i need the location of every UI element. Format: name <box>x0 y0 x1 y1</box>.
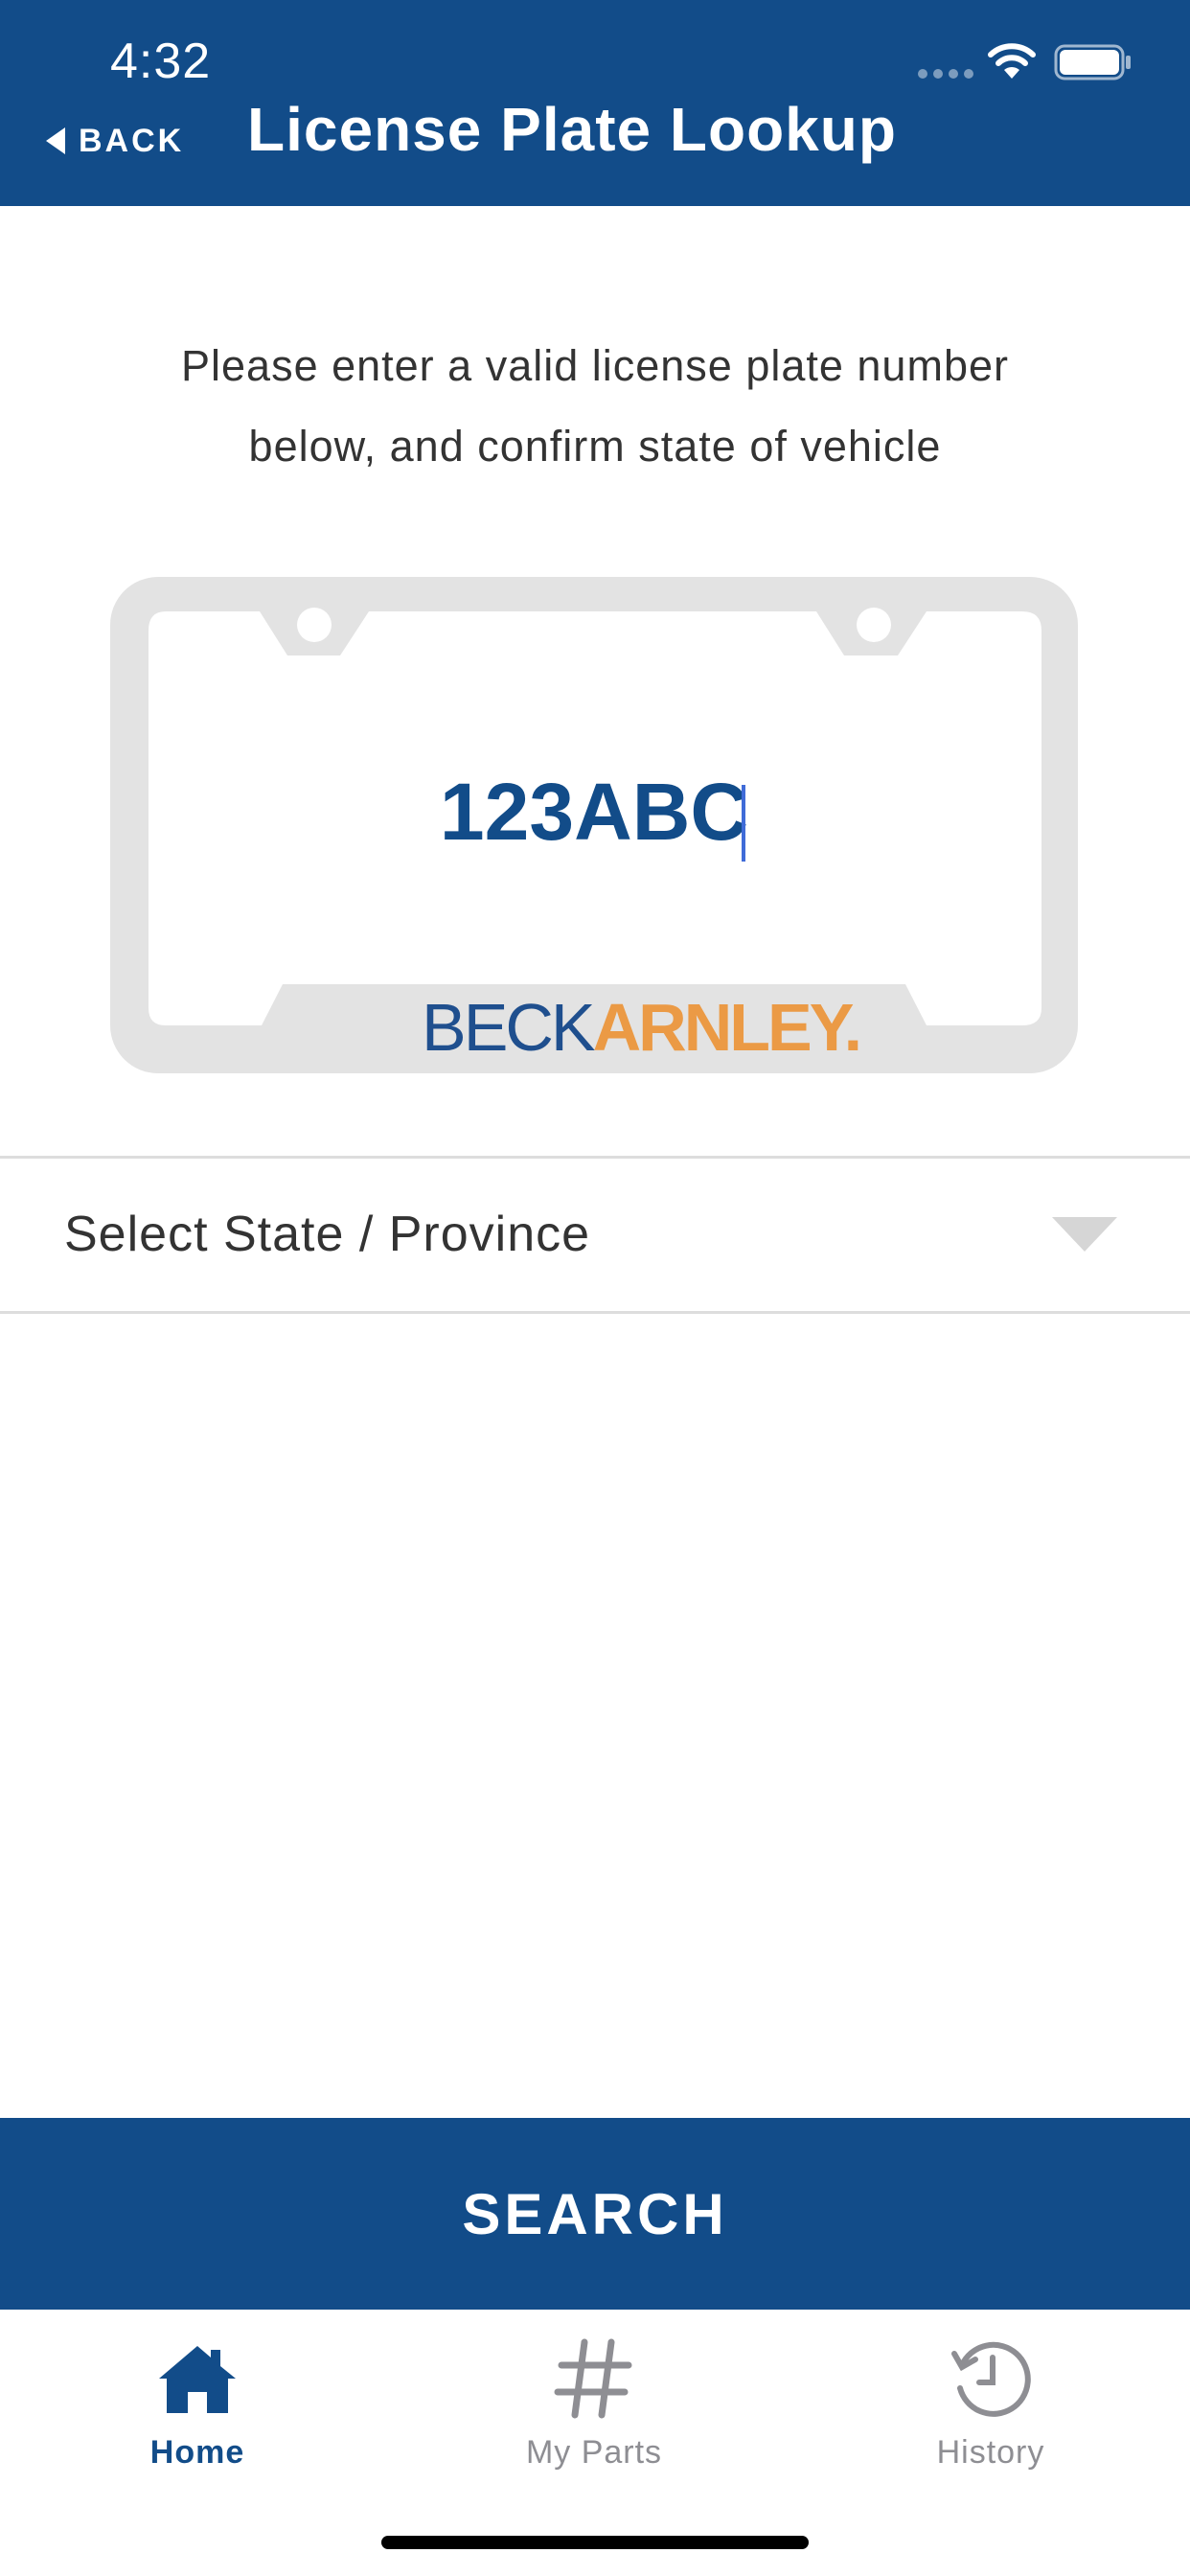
logo-arnley-text: ARNLEY. <box>592 990 862 1065</box>
page-title: License Plate Lookup <box>247 95 897 164</box>
divider <box>0 1311 1190 1314</box>
home-indicator <box>381 2536 809 2549</box>
instruction-line-2: below, and confirm state of vehicle <box>248 422 942 471</box>
text-caret <box>742 785 745 862</box>
license-plate-frame: BECKARNLEY. <box>110 577 1078 1073</box>
home-icon <box>159 2346 236 2413</box>
wifi-icon <box>988 43 1036 79</box>
back-button[interactable]: BACK <box>46 120 184 162</box>
beck-arnley-logo: BECK ARNLEY. <box>422 979 862 1066</box>
logo-beck-text: BECK <box>422 990 596 1065</box>
instruction-text: Please enter a valid license plate numbe… <box>96 326 1094 487</box>
hash-icon <box>554 2338 632 2419</box>
tab-home-label: Home <box>149 2434 245 2471</box>
license-plate-input[interactable] <box>263 759 925 864</box>
cellular-signal-icon <box>918 69 973 79</box>
back-label: BACK <box>79 122 185 159</box>
tab-my-parts-label: My Parts <box>525 2434 663 2471</box>
tab-history-label: History <box>936 2434 1045 2471</box>
instruction-line-1: Please enter a valid license plate numbe… <box>181 341 1009 390</box>
divider <box>0 1156 1190 1159</box>
state-province-select[interactable]: Select State / Province <box>0 1160 1190 1311</box>
back-arrow-icon <box>46 127 65 154</box>
tab-history[interactable]: History <box>847 2333 1134 2496</box>
nav-header: 4:32 BACK License Plate Lookup <box>0 0 1190 206</box>
status-time: 4:32 <box>110 34 212 89</box>
tab-home[interactable]: Home <box>54 2333 341 2496</box>
chevron-down-icon <box>1052 1217 1117 1252</box>
battery-icon <box>1054 44 1131 80</box>
history-icon <box>951 2341 1031 2417</box>
search-button[interactable]: SEARCH <box>0 2118 1190 2310</box>
state-select-label: Select State / Province <box>64 1207 591 1262</box>
tab-my-parts[interactable]: My Parts <box>450 2333 738 2496</box>
